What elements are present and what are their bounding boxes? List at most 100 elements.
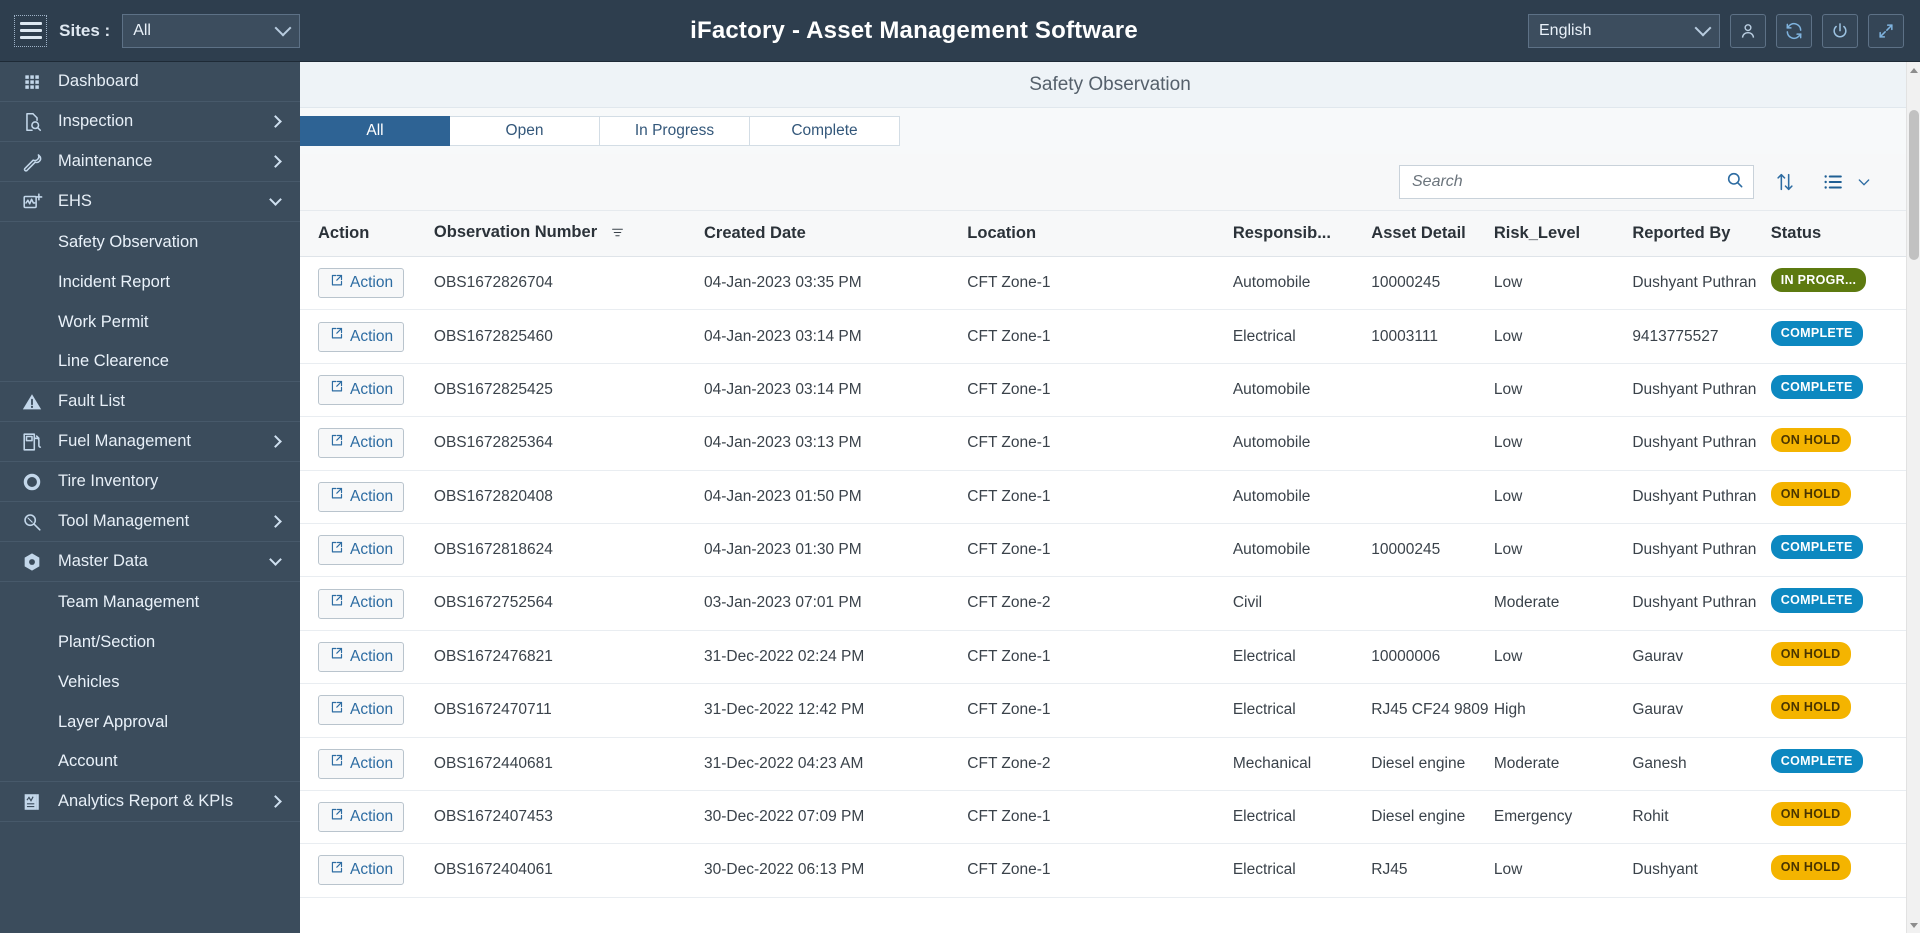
sidebar-item-fuel-management[interactable]: Fuel Management: [0, 422, 300, 462]
cell-created-date: 04-Jan-2023 03:14 PM: [704, 363, 968, 418]
table-row[interactable]: Action OBS1672825364 04-Jan-2023 03:13 PM C…: [300, 416, 1907, 471]
column-header-responsible[interactable]: Responsib...: [1232, 210, 1372, 257]
status-badge: ON HOLD: [1770, 695, 1851, 720]
column-header-action[interactable]: Action: [300, 210, 434, 257]
sidebar-item-dashboard[interactable]: Dashboard: [0, 62, 300, 102]
column-header-created-date[interactable]: Created Date: [704, 210, 968, 257]
cell-responsible: Automobile: [1232, 363, 1372, 418]
list-view-icon[interactable]: [1816, 165, 1850, 199]
scroll-up-arrow-icon[interactable]: [1907, 62, 1920, 78]
table-row[interactable]: Action OBS1672818624 04-Jan-2023 01:30 PM C…: [300, 523, 1907, 578]
cell-created-date: 31-Dec-2022 02:24 PM: [704, 630, 968, 685]
action-button[interactable]: Action: [318, 695, 405, 726]
sidebar-item-fault-list[interactable]: Fault List: [0, 382, 300, 422]
sites-select[interactable]: All: [122, 13, 300, 48]
table-row[interactable]: Action OBS1672407453 30-Dec-2022 07:09 PM C…: [300, 790, 1907, 845]
cell-responsible: Civil: [1232, 576, 1372, 631]
language-select[interactable]: English: [1528, 13, 1720, 48]
cell-status: COMPLETE: [1770, 363, 1907, 418]
tab-open[interactable]: Open: [450, 116, 600, 146]
status-badge: ON HOLD: [1770, 801, 1851, 827]
cell-created-date: 04-Jan-2023 03:14 PM: [704, 309, 968, 364]
refresh-icon[interactable]: [1776, 13, 1812, 48]
sidebar-subitem-vehicles[interactable]: Vehicles: [0, 662, 300, 702]
tab-in-progress[interactable]: In Progress: [600, 116, 750, 146]
column-header-asset-detail[interactable]: Asset Detail: [1371, 210, 1494, 257]
column-header-reported-by[interactable]: Reported By: [1632, 210, 1771, 257]
sort-updown-icon[interactable]: [1768, 165, 1802, 199]
cell-action: Action: [300, 843, 434, 898]
sidebar-item-analytics-report-kpis[interactable]: Analytics Report & KPIs: [0, 782, 300, 822]
scrollbar-thumb[interactable]: [1909, 110, 1919, 260]
sidebar-item-tool-management[interactable]: Tool Management: [0, 502, 300, 542]
action-button-label: Action: [350, 434, 394, 452]
action-button[interactable]: Action: [318, 855, 405, 886]
action-button[interactable]: Action: [318, 321, 405, 352]
vertical-scrollbar[interactable]: [1906, 62, 1920, 933]
table-row[interactable]: Action OBS1672476821 31-Dec-2022 02:24 PM C…: [300, 630, 1907, 685]
sidebar-subitem-team-management[interactable]: Team Management: [0, 582, 300, 622]
table-row[interactable]: Action OBS1672820408 04-Jan-2023 01:50 PM C…: [300, 470, 1907, 524]
search-box[interactable]: [1399, 165, 1754, 199]
cell-created-date: 04-Jan-2023 01:50 PM: [704, 470, 968, 524]
sidebar-item-master-data[interactable]: Master Data: [0, 542, 300, 582]
status-badge: IN PROGR...: [1770, 268, 1867, 293]
table-row[interactable]: Action OBS1672825425 04-Jan-2023 03:14 PM C…: [300, 363, 1907, 418]
column-header-observation-number[interactable]: Observation Number: [433, 210, 704, 257]
action-button[interactable]: Action: [318, 374, 405, 405]
column-header-risk-level[interactable]: Risk_Level: [1493, 210, 1633, 257]
sidebar-item-maintenance[interactable]: Maintenance: [0, 142, 300, 182]
sidebar-item-inspection[interactable]: Inspection: [0, 102, 300, 142]
hamburger-icon[interactable]: [14, 14, 48, 47]
action-button[interactable]: Action: [318, 428, 405, 459]
chevron-down-icon[interactable]: [1854, 165, 1874, 199]
cell-asset-detail: 10000006: [1371, 630, 1494, 685]
power-icon[interactable]: [1822, 13, 1858, 48]
cell-status: ON HOLD: [1770, 470, 1907, 524]
sidebar-subitem-incident-report[interactable]: Incident Report: [0, 262, 300, 302]
status-badge: COMPLETE: [1770, 374, 1863, 400]
tab-complete[interactable]: Complete: [750, 116, 900, 146]
action-button[interactable]: Action: [318, 481, 405, 512]
sidebar-item-tire-inventory[interactable]: Tire Inventory: [0, 462, 300, 502]
sidebar-subitem-plant-section[interactable]: Plant/Section: [0, 622, 300, 662]
action-button[interactable]: Action: [318, 641, 405, 672]
table-row[interactable]: Action OBS1672404061 30-Dec-2022 06:13 PM C…: [300, 843, 1907, 898]
filter-lines-icon[interactable]: [610, 225, 625, 244]
action-button[interactable]: Action: [318, 535, 405, 566]
table-row[interactable]: Action OBS1672440681 31-Dec-2022 04:23 AM C…: [300, 737, 1907, 791]
cell-observation-number: OBS1672820408: [433, 470, 704, 524]
action-button[interactable]: Action: [318, 748, 405, 779]
cell-risk-level: Low: [1493, 416, 1633, 471]
cell-status: ON HOLD: [1770, 683, 1907, 738]
search-input[interactable]: [1412, 173, 1725, 191]
table-row[interactable]: Action OBS1672825460 04-Jan-2023 03:14 PM C…: [300, 309, 1907, 364]
column-header-location[interactable]: Location: [967, 210, 1233, 257]
cell-status: IN PROGR...: [1770, 256, 1907, 311]
table-row[interactable]: Action OBS1672470711 31-Dec-2022 12:42 PM C…: [300, 683, 1907, 738]
sidebar-subitem-line-clearence[interactable]: Line Clearence: [0, 342, 300, 382]
page-title: Safety Observation: [1029, 73, 1191, 95]
tab-all[interactable]: All: [300, 116, 450, 146]
cell-location: CFT Zone-1: [967, 470, 1233, 524]
table-row[interactable]: Action OBS1672752564 03-Jan-2023 07:01 PM C…: [300, 576, 1907, 631]
action-button[interactable]: Action: [318, 588, 405, 619]
sidebar-subitem-account[interactable]: Account: [0, 742, 300, 782]
table-row[interactable]: Action OBS1672826704 04-Jan-2023 03:35 PM C…: [300, 256, 1907, 311]
cell-action: Action: [300, 790, 434, 845]
column-header-status[interactable]: Status: [1770, 210, 1907, 257]
cell-risk-level: Emergency: [1493, 790, 1633, 845]
sidebar-subitem-safety-observation[interactable]: Safety Observation: [0, 222, 300, 262]
status-badge: ON HOLD: [1770, 855, 1851, 880]
sidebar-subitem-layer-approval[interactable]: Layer Approval: [0, 702, 300, 742]
scroll-down-arrow-icon[interactable]: [1907, 917, 1920, 933]
magnifier-icon[interactable]: [1725, 170, 1745, 195]
external-link-icon: [329, 433, 344, 454]
sidebar-item-ehs[interactable]: EHS: [0, 182, 300, 222]
sidebar-subitem-work-permit[interactable]: Work Permit: [0, 302, 300, 342]
action-button[interactable]: Action: [318, 802, 405, 833]
fullscreen-icon[interactable]: [1868, 13, 1904, 48]
user-icon[interactable]: [1730, 13, 1766, 48]
cell-observation-number: OBS1672470711: [433, 683, 704, 738]
action-button[interactable]: Action: [318, 268, 405, 299]
